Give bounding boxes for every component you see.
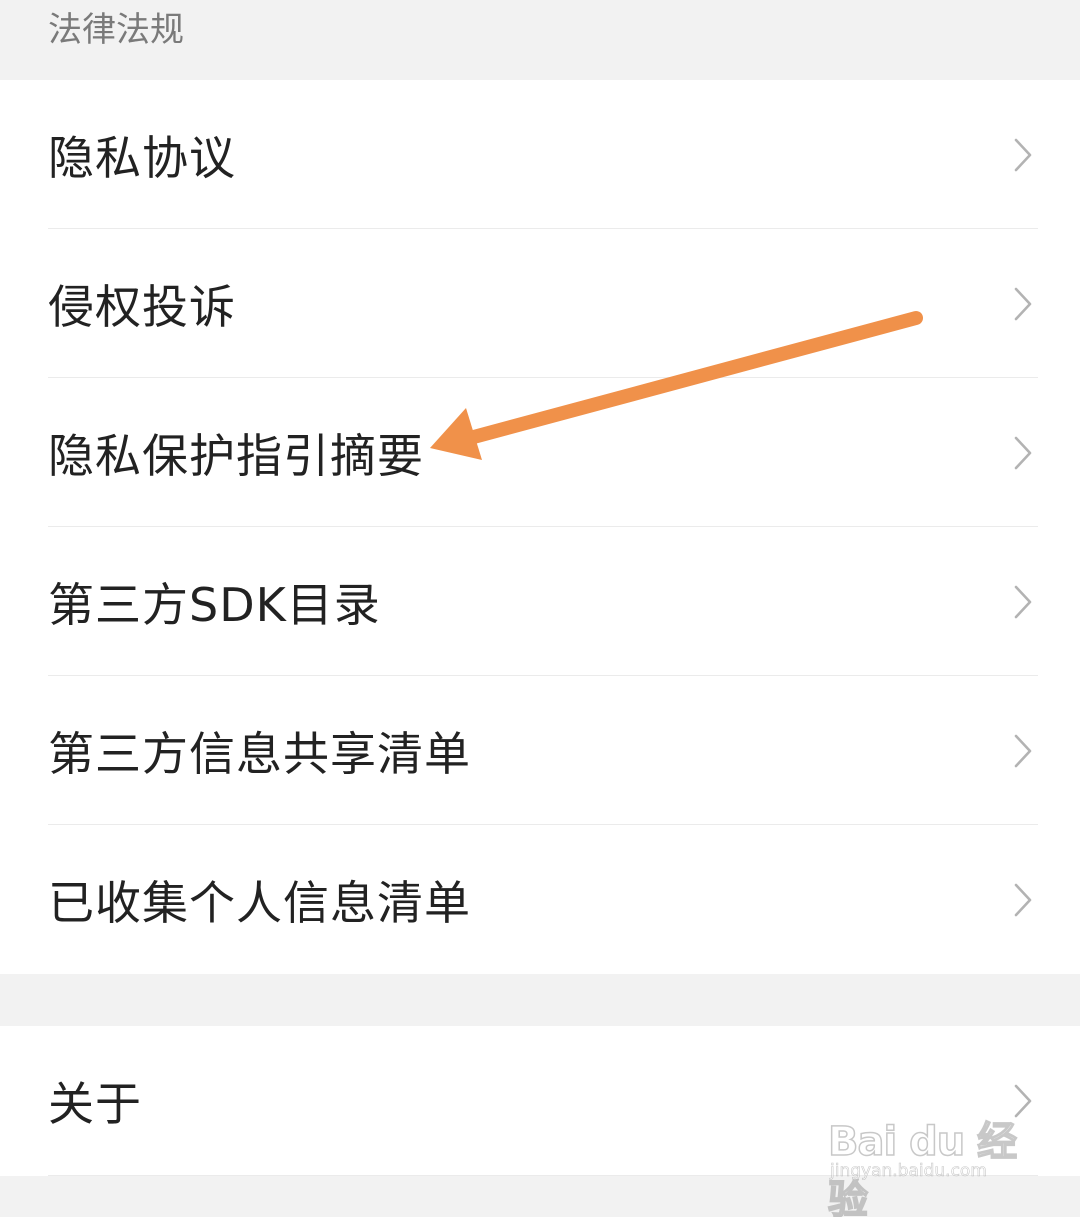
list-item-label: 隐私协议 <box>48 130 236 185</box>
chevron-right-icon <box>1012 584 1034 620</box>
section-header-label: 法律法规 <box>48 10 184 50</box>
legal-list: 隐私协议 侵权投诉 隐私保护指引摘要 第三方SDK目录 第三方信息共享清单 已收… <box>0 80 1080 974</box>
list-item-privacy-agreement[interactable]: 隐私协议 <box>0 80 1080 229</box>
list-item-collected-personal-info[interactable]: 已收集个人信息清单 <box>0 825 1080 974</box>
list-item-label: 第三方SDK目录 <box>48 577 381 632</box>
section-spacer <box>0 974 1080 1026</box>
list-item-label: 侵权投诉 <box>48 279 236 334</box>
list-item-third-party-sdk[interactable]: 第三方SDK目录 <box>0 527 1080 676</box>
chevron-right-icon <box>1012 882 1034 918</box>
list-item-label: 隐私保护指引摘要 <box>48 428 424 483</box>
chevron-right-icon <box>1012 286 1034 322</box>
section-header-legal: 法律法规 <box>0 0 1080 80</box>
list-item-privacy-guide-summary[interactable]: 隐私保护指引摘要 <box>0 378 1080 527</box>
chevron-right-icon <box>1012 137 1034 173</box>
chevron-right-icon <box>1012 733 1034 769</box>
chevron-right-icon <box>1012 435 1034 471</box>
watermark-url: jingyan.baidu.com <box>830 1161 987 1182</box>
list-item-third-party-sharing[interactable]: 第三方信息共享清单 <box>0 676 1080 825</box>
list-item-infringement-complaint[interactable]: 侵权投诉 <box>0 229 1080 378</box>
list-item-label: 第三方信息共享清单 <box>48 726 471 781</box>
settings-screen: 法律法规 隐私协议 侵权投诉 隐私保护指引摘要 第三方SDK目录 第三方信息共享… <box>0 0 1080 1217</box>
watermark-logo: Bai du 经验 jingyan.baidu.com <box>824 1099 1024 1217</box>
list-item-label: 已收集个人信息清单 <box>48 875 471 930</box>
